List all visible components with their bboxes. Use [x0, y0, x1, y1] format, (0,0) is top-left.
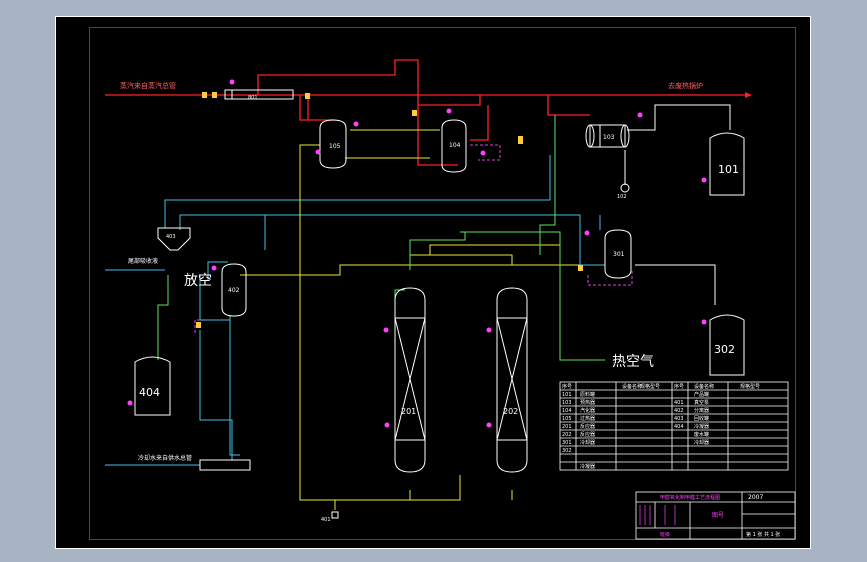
e401-tag: 401	[321, 517, 331, 523]
title-company: 班级	[660, 531, 670, 538]
svg-text:404: 404	[674, 424, 684, 430]
svg-text:回收罐: 回收罐	[694, 415, 709, 422]
svg-text:序号: 序号	[562, 383, 572, 390]
svg-text:104: 104	[562, 408, 572, 414]
svg-text:规格型号: 规格型号	[640, 383, 660, 390]
e104-tag: 104	[449, 142, 461, 149]
steam-in-label: 蒸汽来自蒸汽总管	[120, 81, 176, 90]
svg-text:反应器: 反应器	[580, 423, 595, 430]
e801-tag: 801	[248, 95, 258, 101]
svg-text:402: 402	[674, 408, 684, 414]
title-sheet: 第 1 张 共 1 张	[746, 531, 780, 538]
svg-text:设备名称: 设备名称	[694, 383, 714, 390]
svg-text:101: 101	[562, 392, 572, 398]
svg-text:301: 301	[562, 440, 572, 446]
svg-text:202: 202	[562, 432, 572, 438]
svg-text:真空泵: 真空泵	[694, 399, 709, 406]
svg-text:冷凝器: 冷凝器	[694, 423, 709, 430]
vent-label: 放空	[184, 273, 212, 289]
svg-text:冷却器: 冷却器	[580, 439, 595, 446]
tail-gas-label: 尾部吸收液	[128, 257, 158, 265]
title-main: 甲醇氧化制甲醛工艺流程图	[660, 494, 720, 501]
process-flow-diagram: 蒸汽来自蒸汽总管 去废热锅炉 801 尾部吸收液 冷却水来自供水总管 放空 热空…	[55, 16, 811, 549]
svg-text:规格型号: 规格型号	[740, 383, 760, 390]
cooling-water-label: 冷却水来自供水总管	[138, 454, 192, 462]
svg-text:冷却器: 冷却器	[694, 439, 709, 446]
svg-text:302: 302	[562, 448, 572, 454]
svg-text:105: 105	[562, 416, 572, 422]
e101-tag: 101	[718, 163, 739, 176]
e301-tag: 301	[613, 251, 625, 258]
e202-tag: 202	[503, 407, 518, 416]
svg-text:原料罐: 原料罐	[580, 391, 595, 398]
svg-text:序号: 序号	[674, 383, 684, 390]
svg-text:设备名称: 设备名称	[622, 383, 642, 390]
to-boiler-label: 去废热锅炉	[668, 81, 703, 90]
svg-text:过热器: 过热器	[580, 415, 595, 422]
svg-text:103: 103	[562, 400, 572, 406]
title-year: 2007	[748, 494, 763, 501]
hot-air-label: 热空气	[612, 354, 654, 370]
svg-text:反应器: 反应器	[580, 431, 595, 438]
svg-text:废水罐: 废水罐	[694, 431, 709, 438]
e402-tag: 402	[228, 287, 240, 294]
svg-text:冷凝器: 冷凝器	[580, 463, 595, 470]
svg-text:201: 201	[562, 424, 572, 430]
svg-text:产品罐: 产品罐	[694, 391, 709, 398]
svg-text:403: 403	[674, 416, 684, 422]
title-drawing-name: 图号	[712, 512, 724, 519]
e302-tag: 302	[714, 343, 735, 356]
e105-tag: 105	[329, 143, 341, 150]
svg-text:401: 401	[674, 400, 684, 406]
e102-tag: 102	[617, 194, 627, 200]
svg-text:汽化器: 汽化器	[580, 407, 595, 414]
e404-tag: 404	[139, 386, 160, 399]
svg-text:分离器: 分离器	[694, 407, 709, 414]
e403-tag: 403	[166, 234, 176, 240]
e201-tag: 201	[401, 407, 416, 416]
e103-tag: 103	[603, 134, 615, 141]
svg-text:预热器: 预热器	[580, 399, 595, 406]
